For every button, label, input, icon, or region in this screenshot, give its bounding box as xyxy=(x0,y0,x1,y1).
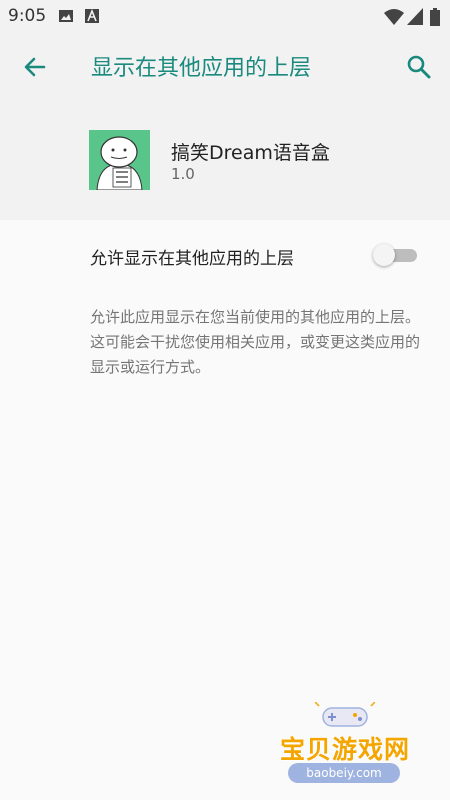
permission-description: 允许此应用显示在您当前使用的其他应用的上层。这可能会干扰您使用相关应用，或变更这… xyxy=(90,308,421,376)
page-title: 显示在其他应用的上层 xyxy=(91,56,312,81)
app-bar: 显示在其他应用的上层 xyxy=(0,34,450,98)
app-name: 搞笑Dream语音盒 xyxy=(171,142,330,164)
signal-icon xyxy=(407,8,423,25)
wifi-icon xyxy=(384,9,404,25)
gamepad-icon xyxy=(315,702,375,727)
watermark: 宝贝游戏网 baobeiy.com xyxy=(270,700,430,790)
switch-thumb xyxy=(373,244,395,266)
battery-icon xyxy=(430,8,440,26)
search-icon[interactable] xyxy=(402,50,436,84)
app-header: 搞笑Dream语音盒 1.0 xyxy=(0,98,450,220)
permission-label: 允许显示在其他应用的上层 xyxy=(90,249,294,269)
arrow-back-icon[interactable] xyxy=(18,50,52,84)
overlay-permission-switch[interactable] xyxy=(373,244,419,266)
status-bar: 9:05 xyxy=(0,0,450,34)
app-version: 1.0 xyxy=(171,165,195,183)
watermark-text: 宝贝游戏网 xyxy=(279,735,410,764)
image-icon xyxy=(59,10,73,22)
status-time: 9:05 xyxy=(8,6,47,26)
app-icon xyxy=(89,130,150,190)
android-a-icon xyxy=(85,8,99,23)
permission-toggle-row[interactable]: 允许显示在其他应用的上层 xyxy=(0,220,450,290)
watermark-url: baobeiy.com xyxy=(288,763,400,783)
